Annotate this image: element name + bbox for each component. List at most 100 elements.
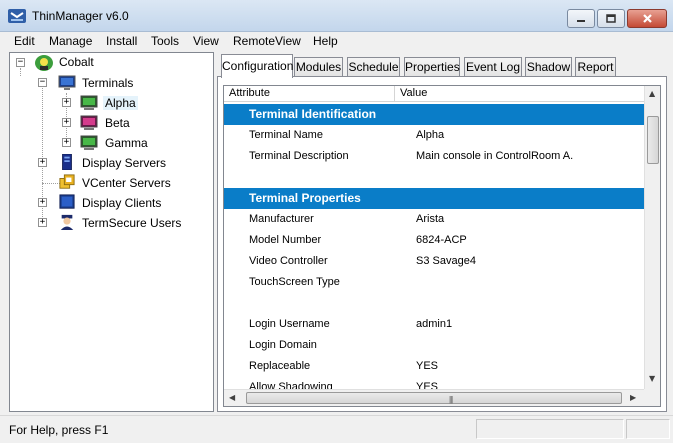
vcenter-servers-icon [59,174,75,189]
attribute-cell: TouchScreen Type [249,276,340,288]
attribute-cell: Login Domain [249,339,317,351]
minimize-button[interactable] [567,9,595,28]
table-row[interactable]: Terminal Description Main console in Con… [224,146,644,167]
table-row[interactable]: Video Controller S3 Savage4 [224,251,644,272]
property-grid[interactable]: Attribute Value Terminal Identification … [223,85,661,407]
column-divider[interactable] [394,86,395,102]
title-bar: ThinManager v6.0 [0,0,673,32]
menu-install[interactable]: Install [106,34,137,48]
tab-schedule[interactable]: Schedule [347,57,400,77]
value-cell: admin1 [416,318,453,330]
tree-root-label[interactable]: Cobalt [59,55,94,69]
tab-modules[interactable]: Modules [294,57,343,77]
tree-view[interactable]: − Cobalt − Terminals + Alpha + Beta + Ga… [9,52,214,412]
scroll-up-arrow-icon[interactable]: ▲ [649,89,655,98]
tree-line [20,68,21,76]
close-button[interactable] [627,9,667,28]
tab-properties[interactable]: Properties [404,57,460,77]
tab-event-log[interactable]: Event Log [464,57,522,77]
attribute-cell: Login Username [249,318,330,330]
terminal-magenta-icon [80,115,98,130]
table-row[interactable] [224,293,644,314]
grid-header: Attribute Value [224,86,644,102]
value-cell: YES [416,360,439,372]
menu-edit[interactable]: Edit [14,34,35,48]
expand-toggle[interactable]: + [62,118,71,127]
tab-configuration[interactable]: Configuration [221,54,293,78]
display-clients-icon [59,194,75,209]
section-terminal-identification[interactable]: Terminal Identification [224,104,644,125]
value-cell: Alpha [416,129,445,141]
status-bar: For Help, press F1 [0,415,673,443]
expand-toggle[interactable]: + [62,138,71,147]
collapse-toggle[interactable]: − [16,58,25,67]
status-pane [476,419,624,439]
terminal-green-icon [80,95,98,110]
menu-bar: Edit Manage Install Tools View RemoteVie… [0,32,673,50]
scroll-left-arrow-icon[interactable]: ◀ [229,393,235,402]
tree-terminals-label[interactable]: Terminals [82,76,133,90]
tree-item-gamma[interactable]: Gamma [105,136,148,150]
tree-vcenter-servers-label[interactable]: VCenter Servers [82,176,171,190]
menu-view[interactable]: View [193,34,219,48]
value-cell: 6824-ACP [416,234,467,246]
attribute-cell: Replaceable [249,360,311,372]
attribute-cell: Model Number [249,234,322,246]
section-title: Terminal Properties [249,191,361,205]
table-row[interactable]: Login Username admin1 [224,314,644,335]
value-cell: S3 Savage4 [416,255,476,267]
section-terminal-properties[interactable]: Terminal Properties [224,188,644,209]
attribute-cell: Terminal Name [249,129,323,141]
attribute-cell: Video Controller [249,255,328,267]
menu-tools[interactable]: Tools [151,34,179,48]
column-value[interactable]: Value [400,87,427,99]
column-attribute[interactable]: Attribute [229,87,270,99]
close-icon [642,14,652,23]
scroll-right-arrow-icon[interactable]: ▶ [630,393,636,402]
table-row[interactable]: Replaceable YES [224,356,644,377]
minimize-icon [577,19,585,22]
tab-shadow[interactable]: Shadow [525,57,572,77]
table-row[interactable]: TouchScreen Type [224,272,644,293]
tab-report[interactable]: Report [575,57,616,77]
attribute-cell: Terminal Description [249,150,349,162]
terminal-green-icon [80,135,98,150]
menu-remoteview[interactable]: RemoteView [233,34,301,48]
tree-termsecure-users-label[interactable]: TermSecure Users [82,216,181,230]
table-row[interactable]: Model Number 6824-ACP [224,230,644,251]
table-row[interactable]: Terminal Name Alpha [224,125,644,146]
value-cell: Main console in ControlRoom A. [416,150,574,162]
expand-toggle[interactable]: + [38,198,47,207]
menu-help[interactable]: Help [313,34,338,48]
section-title: Terminal Identification [249,107,377,121]
terminals-monitor-icon [58,75,76,90]
table-row[interactable]: Manufacturer Arista [224,209,644,230]
expand-toggle[interactable]: + [62,98,71,107]
grip-icon: ||| [449,395,453,404]
thinmanager-app-icon [8,9,26,23]
horizontal-scrollbar[interactable]: ◀ ||| ▶ [224,389,644,406]
tree-item-beta[interactable]: Beta [105,116,130,130]
table-row[interactable]: Login Domain [224,335,644,356]
collapse-toggle[interactable]: − [38,78,47,87]
menu-manage[interactable]: Manage [49,34,92,48]
tab-strip: Configuration Modules Schedule Propertie… [217,53,667,78]
vertical-scroll-thumb[interactable] [647,116,659,164]
tree-display-servers-label[interactable]: Display Servers [82,156,166,170]
attribute-cell: Manufacturer [249,213,314,225]
vertical-scrollbar[interactable]: ▲ ▼ [644,86,660,389]
maximize-button[interactable] [597,9,625,28]
display-servers-icon [62,154,72,170]
expand-toggle[interactable]: + [38,158,47,167]
status-pane [626,419,670,439]
horizontal-scroll-thumb[interactable]: ||| [246,392,622,404]
expand-toggle[interactable]: + [38,218,47,227]
status-text: For Help, press F1 [9,423,109,437]
scroll-down-arrow-icon[interactable]: ▼ [649,374,655,383]
value-cell: Arista [416,213,445,225]
tree-item-alpha[interactable]: Alpha [103,96,138,110]
termsecure-user-icon [60,214,74,230]
tree-display-clients-label[interactable]: Display Clients [82,196,161,210]
window-title: ThinManager v6.0 [32,9,129,23]
cobalt-server-icon [35,55,53,71]
